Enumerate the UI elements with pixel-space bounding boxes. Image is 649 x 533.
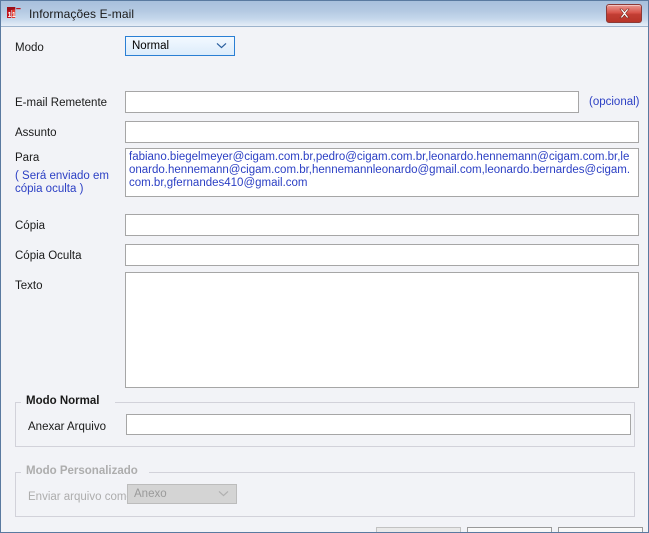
label-copia-oculta: Cópia Oculta	[15, 250, 82, 262]
svg-text:1: 1	[12, 12, 16, 19]
alterar-modelo-button[interactable]: Alterar Modelo	[376, 527, 461, 532]
group-modo-normal-legend: Modo Normal	[21, 394, 105, 408]
close-icon	[618, 8, 630, 19]
cigam-logo-icon: 1 1	[6, 6, 22, 22]
label-copia: Cópia	[15, 220, 46, 232]
assunto-input[interactable]	[125, 121, 639, 143]
label-para-hint-line2: cópia oculta )	[15, 183, 84, 195]
enviar-arquivo-como-value: Anexo	[134, 488, 167, 500]
field-row-para: Para ( Será enviado em cópia oculta )	[15, 151, 109, 196]
field-row-remetente: E-mail Remetente	[15, 96, 107, 110]
group-modo-normal: Modo Normal Anexar Arquivo	[15, 394, 635, 447]
para-textarea[interactable]: fabiano.biegelmeyer@cigam.com.br,pedro@c…	[125, 148, 639, 197]
copia-oculta-input[interactable]	[125, 244, 639, 266]
confirmar-button[interactable]: Confirmar	[467, 527, 552, 532]
modo-select[interactable]: Normal	[125, 36, 235, 56]
chevron-down-icon	[216, 40, 227, 52]
label-enviar-arquivo-como: Enviar arquivo como	[28, 491, 133, 503]
field-row-modo: Modo	[15, 41, 44, 55]
texto-textarea[interactable]	[125, 272, 639, 388]
field-row-texto: Texto	[15, 279, 43, 293]
label-remetente: E-mail Remetente	[15, 97, 108, 109]
remetente-input[interactable]	[125, 91, 579, 113]
group-modo-personalizado: Modo Personalizado Enviar arquivo como A…	[15, 464, 635, 517]
dialog-body: Modo Normal E-mail Remetente (opcional) …	[1, 27, 648, 532]
modo-select-value: Normal	[132, 40, 170, 52]
window-title: Informações E-mail	[29, 6, 135, 21]
enviar-arquivo-como-select: Anexo	[127, 484, 237, 504]
chevron-down-icon	[218, 488, 229, 500]
label-anexar-arquivo: Anexar Arquivo	[28, 421, 106, 433]
cancelar-button[interactable]: Cancelar	[558, 527, 643, 532]
label-para: Para	[15, 152, 40, 164]
field-row-copia: Cópia	[15, 219, 45, 233]
email-info-dialog: 1 1 Informações E-mail Modo Normal E-mai…	[0, 0, 649, 533]
close-button[interactable]	[606, 4, 642, 23]
label-para-hint-line1: ( Será enviado em	[15, 170, 109, 182]
copia-input[interactable]	[125, 214, 639, 236]
field-row-assunto: Assunto	[15, 126, 57, 140]
label-assunto: Assunto	[15, 127, 57, 139]
label-texto: Texto	[15, 280, 43, 292]
group-modo-personalizado-legend: Modo Personalizado	[21, 464, 143, 478]
anexar-arquivo-input[interactable]	[126, 414, 631, 435]
remetente-optional-hint: (opcional)	[589, 96, 640, 108]
titlebar: 1 1 Informações E-mail	[1, 1, 648, 27]
field-row-copia-oculta: Cópia Oculta	[15, 249, 81, 263]
label-modo: Modo	[15, 42, 44, 54]
